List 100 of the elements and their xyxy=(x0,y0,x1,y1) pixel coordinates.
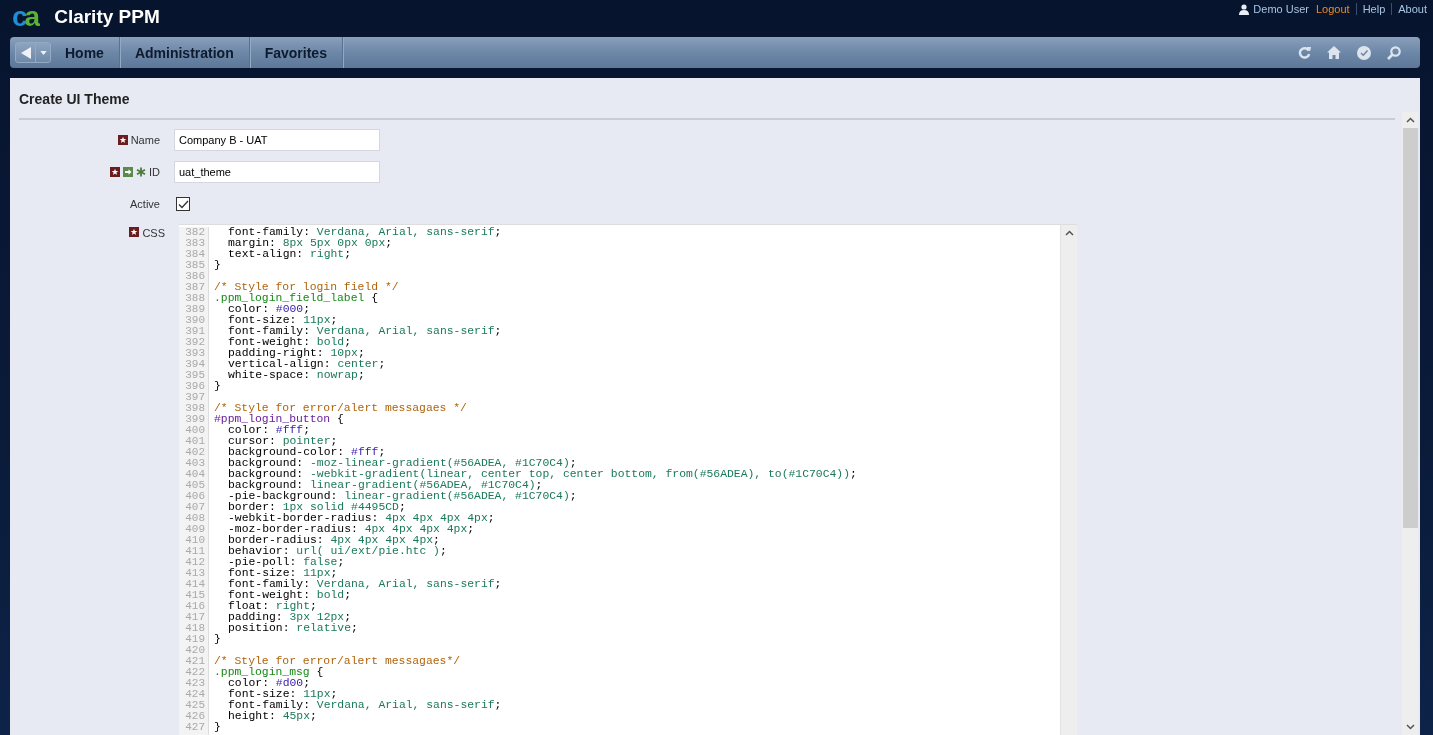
code-line: } xyxy=(214,260,221,271)
code-line: #ppm_login_button { xyxy=(214,414,344,425)
code-line: } xyxy=(214,634,221,645)
code-line: /* Style for error/alert messagaes */ xyxy=(214,403,467,414)
home-icon[interactable] xyxy=(1327,46,1341,59)
code-line: /* Style for login field */ xyxy=(214,282,399,293)
code-line: color: #fff; xyxy=(227,425,311,436)
code-line: -webkit-border-radius: 4px 4px 4px 4px; xyxy=(227,513,495,524)
scroll-down-icon[interactable] xyxy=(1405,724,1415,730)
code-line: /* Style for error/alert messagaes*/ xyxy=(214,656,461,667)
code-line: white-space: nowrap; xyxy=(227,370,365,381)
code-line: color: #000; xyxy=(227,304,311,315)
line-number: 406 xyxy=(184,491,205,502)
code-line: background: linear-gradient(#56ADEA, #1C70C4); xyxy=(227,480,543,491)
code-line: font-family: Verdana, Arial, sans-serif; xyxy=(227,227,502,238)
search-icon[interactable] xyxy=(1387,45,1401,60)
line-number: 392 xyxy=(184,337,205,348)
code-line: -pie-background: linear-gradient(#56ADEA, #1C70C4); xyxy=(227,491,577,502)
line-number: 385 xyxy=(184,260,205,271)
code-line: font-family: Verdana, Arial, sans-serif; xyxy=(227,326,502,337)
header-link[interactable]: Help xyxy=(1362,3,1386,15)
scrollbar-thumb[interactable] xyxy=(1402,128,1418,528)
line-number: 405 xyxy=(184,480,205,491)
code-line: position: relative; xyxy=(227,623,358,634)
checkbox[interactable] xyxy=(176,197,190,211)
line-number: 383 xyxy=(184,238,205,249)
code-line: font-size: 11px; xyxy=(227,689,338,700)
header-link[interactable]: About xyxy=(1398,3,1427,15)
code-line: vertical-align: center; xyxy=(227,359,386,370)
app-title: Clarity PPM xyxy=(54,6,160,28)
line-number: 397 xyxy=(184,392,205,403)
page-scrollbar[interactable] xyxy=(1402,112,1418,735)
refresh-icon[interactable] xyxy=(1298,46,1311,59)
line-number: 396 xyxy=(184,381,205,392)
line-number: 412 xyxy=(184,557,205,568)
code-line: background: -webkit-gradient(linear, center top, center bottom, from(#56ADEA), to(#1C70C4)); xyxy=(227,469,857,480)
editor-scrollbar[interactable] xyxy=(1060,225,1077,735)
code-line: behavior: url( ui/ext/pie.htc ); xyxy=(227,546,447,557)
line-number: 411 xyxy=(184,546,205,557)
line-number: 387 xyxy=(184,282,205,293)
line-number: 402 xyxy=(184,447,205,458)
line-number: 422 xyxy=(184,667,205,678)
line-number: 394 xyxy=(184,359,205,370)
line-number: 382 xyxy=(184,227,205,238)
line-number: 419 xyxy=(184,634,205,645)
required-star-icon xyxy=(117,135,128,145)
back-arrow-icon xyxy=(20,46,31,59)
line-number: 407 xyxy=(184,502,205,513)
code-line: font-size: 11px; xyxy=(227,315,338,326)
line-number: 389 xyxy=(184,304,205,315)
field-label: Name xyxy=(130,134,160,146)
line-number: 417 xyxy=(184,612,205,623)
line-number: 418 xyxy=(184,623,205,634)
code-line: background-color: #fff; xyxy=(227,447,386,458)
asterisk-icon xyxy=(136,167,146,177)
line-number: 423 xyxy=(184,678,205,689)
text-field[interactable]: uat_theme xyxy=(174,161,380,183)
nav-menu-item[interactable]: Home xyxy=(55,37,120,68)
caret-icon xyxy=(39,50,47,55)
line-number: 390 xyxy=(184,315,205,326)
page-title: Create UI Theme xyxy=(18,90,131,108)
code-line: padding: 3px 12px; xyxy=(227,612,352,623)
code-line: background: -moz-linear-gradient(#56ADEA, #1C70C4); xyxy=(227,458,577,469)
nav-menu-item[interactable]: Administration xyxy=(119,37,250,68)
line-number: 427 xyxy=(184,722,205,733)
line-number: 404 xyxy=(184,469,205,480)
required-star-icon xyxy=(129,227,140,237)
user-icon xyxy=(1239,3,1250,15)
line-number: 425 xyxy=(184,700,205,711)
scroll-up-icon[interactable] xyxy=(1405,117,1415,123)
line-number: 409 xyxy=(184,524,205,535)
code-line: text-align: right; xyxy=(227,249,352,260)
line-number: 393 xyxy=(184,348,205,359)
line-number: 401 xyxy=(184,436,205,447)
user-name: Demo User xyxy=(1253,3,1309,15)
code-line: font-family: Verdana, Arial, sans-serif; xyxy=(227,579,502,590)
text-field[interactable]: Company B - UAT xyxy=(174,129,380,151)
code-editor[interactable] xyxy=(179,224,1077,735)
code-line: .ppm_login_field_label { xyxy=(214,293,379,304)
line-number: 400 xyxy=(184,425,205,436)
logout-link[interactable]: Logout xyxy=(1315,3,1350,15)
scroll-up-icon[interactable] xyxy=(1064,230,1074,236)
line-number: 403 xyxy=(184,458,205,469)
field-label: Active xyxy=(130,198,160,210)
code-line: } xyxy=(214,381,221,392)
line-number: 398 xyxy=(184,403,205,414)
code-line: border-radius: 4px 4px 4px 4px; xyxy=(227,535,440,546)
line-number: 410 xyxy=(184,535,205,546)
line-number: 395 xyxy=(184,370,205,381)
line-number: 391 xyxy=(184,326,205,337)
field-label: ID xyxy=(149,166,160,178)
field-label: CSS xyxy=(142,227,165,239)
code-line: -pie-poll: false; xyxy=(227,557,345,568)
nav-menu-item[interactable]: Favorites xyxy=(249,37,343,68)
arrow-square-icon xyxy=(123,167,133,177)
check-circle-icon[interactable] xyxy=(1357,45,1371,60)
line-number: 421 xyxy=(184,656,205,667)
line-number: 416 xyxy=(184,601,205,612)
code-line: color: #d00; xyxy=(227,678,311,689)
line-number: 386 xyxy=(184,271,205,282)
